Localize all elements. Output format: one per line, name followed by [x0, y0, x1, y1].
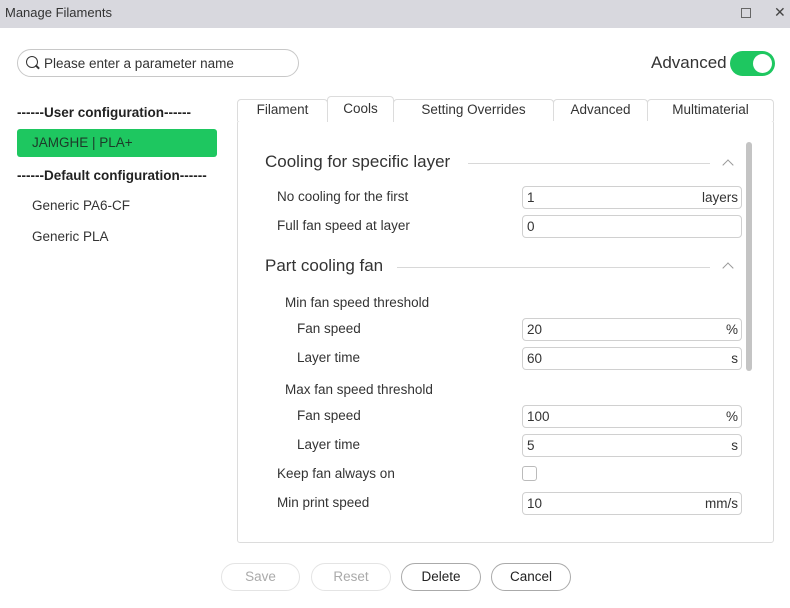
- advanced-label: Advanced: [651, 53, 727, 72]
- field-unit: mm/s: [705, 496, 738, 511]
- section-divider: [397, 267, 710, 268]
- search-box[interactable]: [17, 49, 299, 77]
- max-fan-speed-input[interactable]: 100 %: [522, 405, 742, 428]
- field-unit: %: [725, 409, 738, 424]
- min-print-speed-input[interactable]: 10 mm/s: [522, 492, 742, 515]
- collapse-chevron-icon[interactable]: [722, 260, 734, 272]
- sidebar-item-jamghe-pla[interactable]: JAMGHE | PLA+: [17, 129, 217, 157]
- keep-fan-checkbox[interactable]: [522, 466, 537, 481]
- close-icon[interactable]: ✕: [774, 4, 786, 21]
- maximize-icon[interactable]: [741, 8, 751, 18]
- section-title-part-cooling: Part cooling fan: [265, 256, 384, 275]
- keep-fan-label: Keep fan always on: [277, 466, 395, 481]
- min-layer-time-label: Layer time: [297, 350, 361, 365]
- field-unit: layers: [701, 190, 738, 205]
- field-value: 100: [527, 409, 550, 424]
- advanced-toggle[interactable]: [730, 51, 775, 76]
- min-print-speed-label: Min print speed: [277, 495, 370, 510]
- user-config-header: ------User configuration------: [17, 105, 191, 120]
- cancel-button[interactable]: Cancel: [491, 563, 571, 591]
- tab-multimaterial[interactable]: Multimaterial: [647, 99, 774, 121]
- min-fan-speed-input[interactable]: 20 %: [522, 318, 742, 341]
- scrollbar[interactable]: [746, 142, 752, 371]
- delete-button[interactable]: Delete: [401, 563, 481, 591]
- title-bar: Manage Filaments ✕: [0, 0, 790, 28]
- default-config-header: ------Default configuration------: [17, 168, 207, 183]
- sidebar-item-generic-pa6-cf[interactable]: Generic PA6-CF: [17, 192, 217, 220]
- field-unit: %: [725, 322, 738, 337]
- tab-filament[interactable]: Filament: [237, 99, 328, 121]
- field-unit: s: [731, 351, 738, 366]
- full-fan-input[interactable]: 0: [522, 215, 742, 238]
- min-fan-speed-label: Fan speed: [297, 321, 361, 336]
- sidebar-item-generic-pla[interactable]: Generic PLA: [17, 223, 217, 251]
- max-threshold-label: Max fan speed threshold: [285, 382, 433, 397]
- field-value: 0: [527, 219, 535, 234]
- tab-setting-overrides[interactable]: Setting Overrides: [393, 99, 554, 121]
- save-button[interactable]: Save: [221, 563, 300, 591]
- no-cooling-label: No cooling for the first: [277, 189, 409, 204]
- field-value: 5: [527, 438, 535, 453]
- max-layer-time-label: Layer time: [297, 437, 361, 452]
- field-unit: s: [731, 438, 738, 453]
- field-value: 1: [527, 190, 535, 205]
- tab-cools[interactable]: Cools: [327, 96, 394, 122]
- search-icon: [26, 56, 40, 70]
- field-value: 60: [527, 351, 543, 366]
- section-divider: [468, 163, 710, 164]
- min-threshold-label: Min fan speed threshold: [285, 295, 430, 310]
- collapse-chevron-icon[interactable]: [722, 157, 734, 169]
- toggle-knob: [753, 54, 772, 73]
- section-title-cooling-specific: Cooling for specific layer: [265, 152, 451, 171]
- max-fan-speed-label: Fan speed: [297, 408, 361, 423]
- window-title: Manage Filaments: [5, 5, 112, 20]
- field-value: 10: [527, 496, 543, 511]
- max-layer-time-input[interactable]: 5 s: [522, 434, 742, 457]
- no-cooling-input[interactable]: 1 layers: [522, 186, 742, 209]
- full-fan-label: Full fan speed at layer: [277, 218, 410, 233]
- reset-button[interactable]: Reset: [311, 563, 391, 591]
- min-layer-time-input[interactable]: 60 s: [522, 347, 742, 370]
- search-input[interactable]: [44, 55, 284, 71]
- tab-advanced[interactable]: Advanced: [553, 99, 648, 121]
- field-value: 20: [527, 322, 543, 337]
